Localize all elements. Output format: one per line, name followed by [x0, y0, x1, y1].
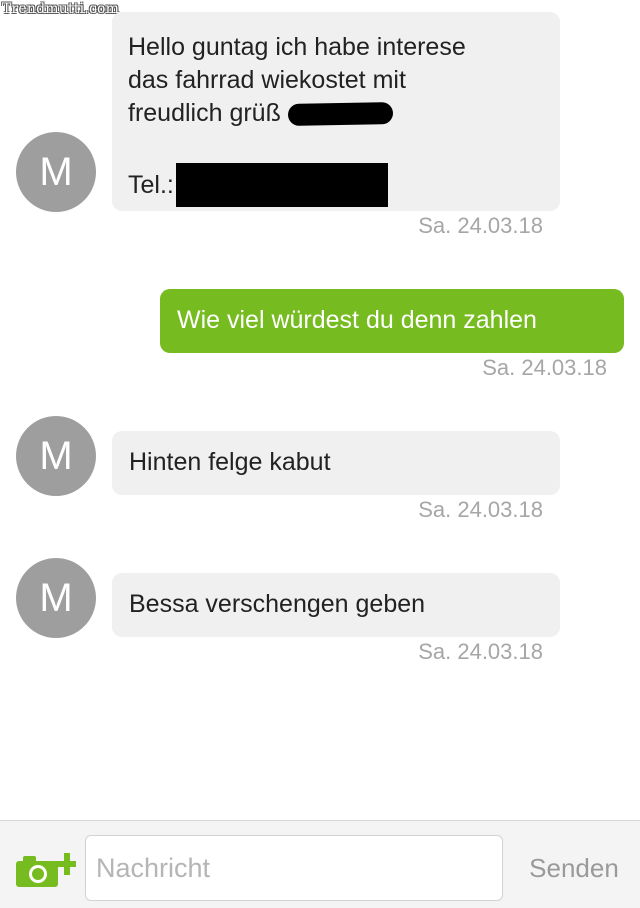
message-input[interactable] [85, 835, 503, 901]
avatar-initial: M [39, 149, 73, 194]
phone-line: Tel.: [128, 163, 544, 207]
message-timestamp: Sa. 24.03.18 [418, 497, 543, 522]
incoming-message-bubble[interactable]: Hello guntag ich habe interese das fahrr… [112, 12, 560, 211]
message-timestamp: Sa. 24.03.18 [418, 213, 543, 238]
message-composer: Senden [0, 820, 640, 908]
contact-avatar[interactable]: M [16, 416, 96, 496]
avatar-initial: M [39, 575, 73, 620]
watermark: Trendmutti.com [2, 1, 120, 17]
message-timestamp: Sa. 24.03.18 [418, 639, 543, 664]
redacted-phone [175, 163, 388, 207]
avatar-initial: M [39, 433, 73, 478]
contact-avatar[interactable]: M [16, 132, 96, 212]
contact-avatar[interactable]: M [16, 558, 96, 638]
camera-plus-icon[interactable] [16, 853, 78, 889]
message-line: freudlich grüß [128, 97, 544, 130]
message-text: Bessa verschengen geben [129, 590, 426, 618]
send-button[interactable]: Senden [515, 835, 633, 901]
message-timestamp: Sa. 24.03.18 [482, 355, 607, 380]
message-text: Hinten felge kabut [129, 448, 331, 476]
outgoing-message-bubble[interactable]: Wie viel würdest du denn zahlen [160, 289, 624, 353]
message-line: Hello guntag ich habe interese [128, 33, 466, 61]
incoming-message-bubble[interactable]: Hinten felge kabut [112, 431, 560, 495]
message-text: Wie viel würdest du denn zahlen [177, 306, 537, 334]
redacted-name [287, 102, 393, 127]
incoming-message-bubble[interactable]: Bessa verschengen geben [112, 573, 560, 637]
message-line: das fahrrad wiekostet mit [128, 66, 406, 94]
